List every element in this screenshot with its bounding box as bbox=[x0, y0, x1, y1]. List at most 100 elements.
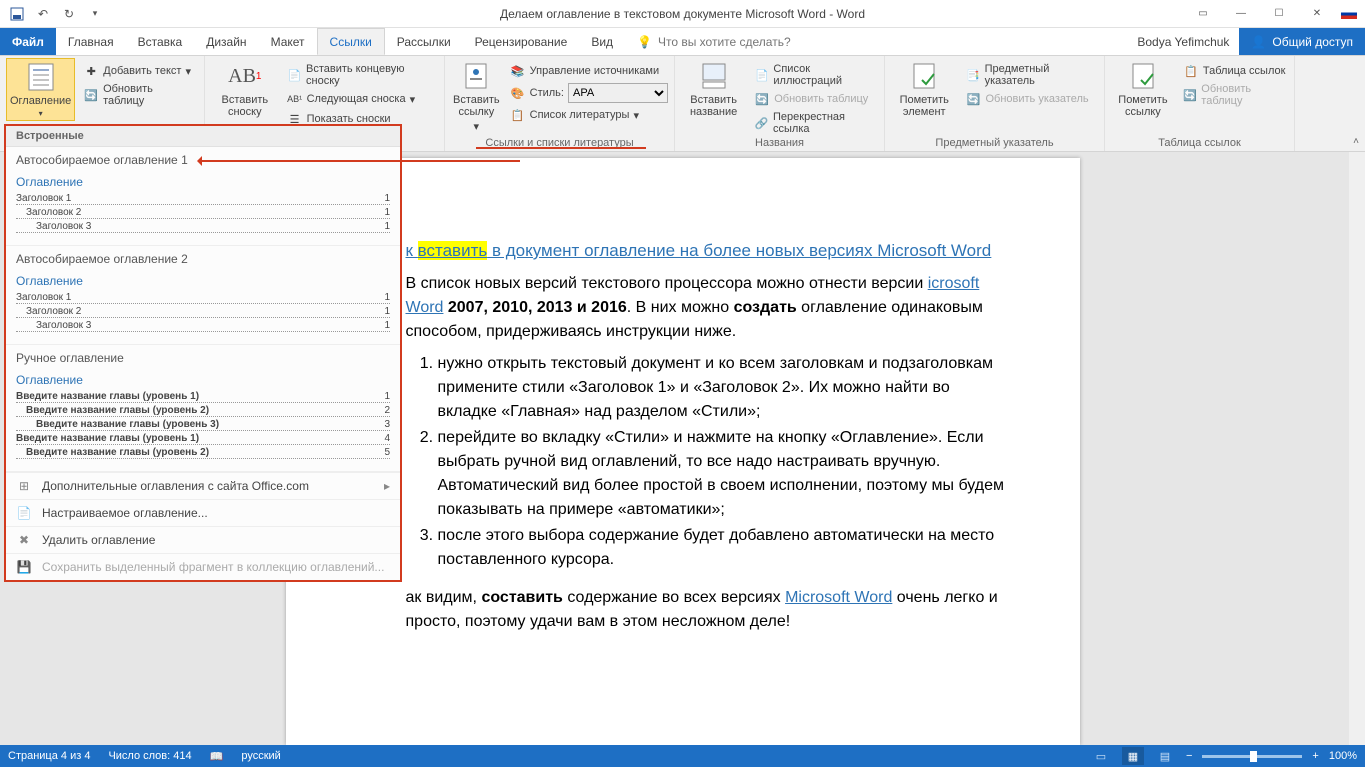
insert-caption-label: Вставить название bbox=[690, 94, 737, 118]
language-flag-icon[interactable] bbox=[1341, 9, 1357, 19]
style-label: Стиль: bbox=[530, 87, 564, 99]
insert-footnote-button[interactable]: AB1 Вставить сноску bbox=[211, 58, 279, 120]
update-toa-button[interactable]: 🔄Обновить таблицу bbox=[1181, 82, 1288, 108]
tab-mailings[interactable]: Рассылки bbox=[385, 28, 463, 55]
toc-gallery-manual[interactable]: Ручное оглавление Оглавление Введите наз… bbox=[6, 345, 400, 472]
insert-index-button[interactable]: 📑Предметный указатель bbox=[963, 62, 1098, 88]
maximize-icon[interactable]: ☐ bbox=[1265, 4, 1293, 24]
qat-dropdown-icon[interactable]: ▾ bbox=[84, 3, 106, 25]
tab-design[interactable]: Дизайн bbox=[194, 28, 258, 55]
zoom-in-icon[interactable]: + bbox=[1312, 750, 1318, 762]
undo-icon[interactable]: ↶ bbox=[32, 3, 54, 25]
annotation-underline bbox=[476, 147, 646, 149]
toa-icon: 📋 bbox=[1183, 63, 1199, 79]
close-icon[interactable]: ✕ bbox=[1303, 4, 1331, 24]
remove-toc-icon: ✖ bbox=[16, 532, 32, 548]
builtin-header: Встроенные bbox=[6, 126, 400, 147]
vertical-scrollbar[interactable] bbox=[1349, 152, 1365, 745]
save-icon[interactable] bbox=[6, 3, 28, 25]
more-office-label: Дополнительные оглавления с сайта Office… bbox=[42, 479, 309, 493]
proofing-icon[interactable]: 📖 bbox=[210, 750, 224, 763]
zoom-value[interactable]: 100% bbox=[1329, 750, 1357, 762]
tell-me-input[interactable] bbox=[658, 35, 818, 49]
word-count[interactable]: Число слов: 414 bbox=[108, 750, 191, 762]
share-icon: 👤 bbox=[1251, 35, 1266, 49]
toc-manual-title: Ручное оглавление bbox=[16, 351, 390, 365]
tab-insert[interactable]: Вставка bbox=[126, 28, 195, 55]
read-mode-icon[interactable]: ▭ bbox=[1090, 747, 1112, 765]
update-index-button[interactable]: 🔄Обновить указатель bbox=[963, 90, 1098, 108]
remove-toc[interactable]: ✖ Удалить оглавление bbox=[6, 526, 400, 553]
mark-citation-icon bbox=[1127, 60, 1159, 92]
more-office-toc[interactable]: ⊞ Дополнительные оглавления с сайта Offi… bbox=[6, 472, 400, 499]
save-selection-toc: 💾 Сохранить выделенный фрагмент в коллек… bbox=[6, 553, 400, 580]
toc-icon bbox=[25, 61, 57, 93]
status-bar: Страница 4 из 4 Число слов: 414 📖 русски… bbox=[0, 745, 1365, 767]
insert-citation-button[interactable]: Вставить ссылку ▾ bbox=[451, 58, 502, 135]
zoom-slider[interactable] bbox=[1202, 755, 1302, 758]
user-name[interactable]: Bodya Yefimchuk bbox=[1127, 28, 1239, 55]
bibliography-button[interactable]: 📋Список литературы ▾ bbox=[508, 106, 670, 124]
bibliography-label: Список литературы bbox=[530, 109, 630, 121]
toc-button[interactable]: Оглавление ▾ bbox=[6, 58, 75, 121]
collapse-ribbon-icon[interactable]: ˄ bbox=[1347, 56, 1365, 151]
endnote-label: Вставить концевую сноску bbox=[306, 63, 436, 87]
minimize-icon[interactable]: — bbox=[1227, 4, 1255, 24]
update-icon: 🔄 bbox=[83, 87, 99, 103]
tab-home[interactable]: Главная bbox=[56, 28, 126, 55]
ribbon-tabs: Файл Главная Вставка Дизайн Макет Ссылки… bbox=[0, 28, 1365, 56]
save-selection-label: Сохранить выделенный фрагмент в коллекци… bbox=[42, 560, 384, 574]
tab-layout[interactable]: Макет bbox=[259, 28, 317, 55]
link-ms-word-3[interactable]: Microsoft Word bbox=[785, 589, 892, 606]
mark-entry-button[interactable]: Пометить элемент bbox=[891, 58, 957, 120]
footnote-icon: AB1 bbox=[229, 60, 261, 92]
custom-toc[interactable]: 📄 Настраиваемое оглавление... bbox=[6, 499, 400, 526]
chevron-right-icon: ▸ bbox=[384, 479, 390, 493]
add-text-button[interactable]: ✚Добавить текст ▾ bbox=[81, 62, 198, 80]
ribbon-options-icon[interactable]: ▭ bbox=[1189, 4, 1217, 24]
insert-index-label: Предметный указатель bbox=[985, 63, 1096, 87]
update-table-button[interactable]: 🔄Обновить таблицу bbox=[81, 82, 198, 108]
manage-sources-button[interactable]: 📚Управление источниками bbox=[508, 62, 670, 80]
style-select[interactable]: APA bbox=[568, 83, 668, 103]
office-icon: ⊞ bbox=[16, 478, 32, 494]
document-page[interactable]: к вставить в документ оглавление на боле… bbox=[286, 158, 1080, 745]
save-selection-icon: 💾 bbox=[16, 559, 32, 575]
chevron-down-icon: ▾ bbox=[39, 109, 43, 118]
tab-references[interactable]: Ссылки bbox=[317, 28, 385, 55]
tab-file[interactable]: Файл bbox=[0, 28, 56, 55]
share-button[interactable]: 👤 Общий доступ bbox=[1239, 28, 1365, 55]
update-table-label: Обновить таблицу bbox=[103, 83, 196, 107]
cross-ref-icon: 🔗 bbox=[754, 115, 769, 131]
share-label: Общий доступ bbox=[1272, 35, 1353, 49]
next-footnote-button[interactable]: AB¹Следующая сноска ▾ bbox=[285, 90, 438, 108]
list-item: нужно открыть текстовый документ и ко вс… bbox=[438, 352, 1010, 424]
list-figures-button[interactable]: 📄Список иллюстраций bbox=[752, 62, 878, 88]
insert-toa-label: Таблица ссылок bbox=[1203, 65, 1286, 77]
insert-footnote-label: Вставить сноску bbox=[221, 94, 268, 118]
insert-endnote-button[interactable]: 📄Вставить концевую сноску bbox=[285, 62, 438, 88]
update-captions-button[interactable]: 🔄Обновить таблицу bbox=[752, 90, 878, 108]
print-layout-icon[interactable]: ▦ bbox=[1122, 747, 1144, 765]
web-layout-icon[interactable]: ▤ bbox=[1154, 747, 1176, 765]
tell-me-search[interactable]: 💡 bbox=[637, 28, 818, 55]
link-ms-word[interactable]: Microsoft Word bbox=[877, 241, 991, 260]
update-icon: 🔄 bbox=[754, 91, 770, 107]
mark-entry-icon bbox=[908, 60, 940, 92]
page-number[interactable]: Страница 4 из 4 bbox=[8, 750, 90, 762]
citation-style-combo[interactable]: 🎨 Стиль: APA bbox=[508, 82, 670, 104]
cross-ref-button[interactable]: 🔗Перекрестная ссылка bbox=[752, 110, 878, 136]
update-icon: 🔄 bbox=[965, 91, 981, 107]
insert-caption-button[interactable]: Вставить название bbox=[681, 58, 746, 120]
toc-gallery-auto2[interactable]: Автособираемое оглавление 2 Оглавление З… bbox=[6, 246, 400, 345]
redo-icon[interactable]: ↻ bbox=[58, 3, 80, 25]
zoom-out-icon[interactable]: − bbox=[1186, 750, 1192, 762]
tab-review[interactable]: Рецензирование bbox=[463, 28, 580, 55]
insert-toa-button[interactable]: 📋 Таблица ссылок bbox=[1181, 62, 1288, 80]
language-status[interactable]: русский bbox=[241, 750, 280, 762]
citation-icon bbox=[460, 60, 492, 92]
list-item: перейдите во вкладку «Стили» и нажмите н… bbox=[438, 426, 1010, 522]
tab-view[interactable]: Вид bbox=[579, 28, 625, 55]
mark-citation-button[interactable]: Пометить ссылку bbox=[1111, 58, 1175, 120]
list-figures-icon: 📄 bbox=[754, 67, 769, 83]
